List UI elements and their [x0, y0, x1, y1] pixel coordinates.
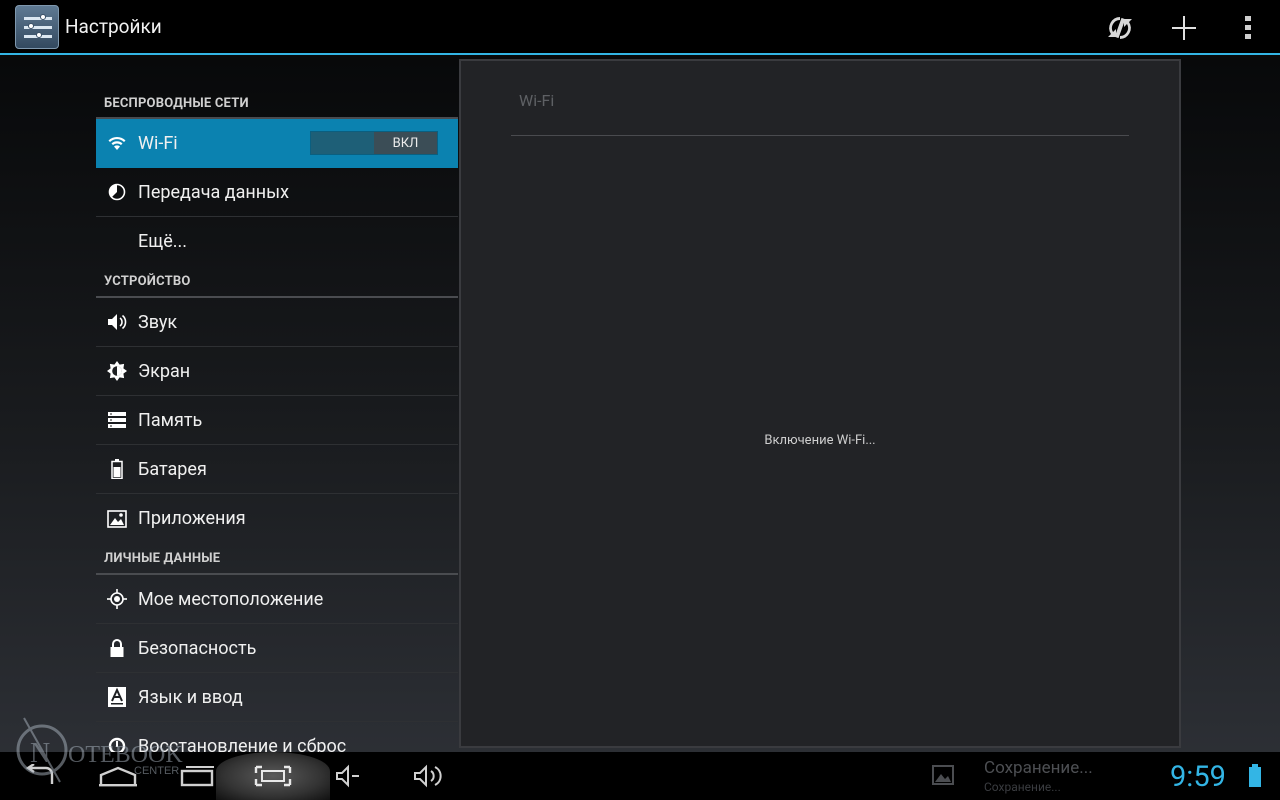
- settings-item-location[interactable]: Мое местоположение: [96, 575, 458, 624]
- notification-title[interactable]: Сохранение...: [984, 758, 1093, 778]
- add-icon: [1172, 15, 1196, 40]
- storage-icon: [96, 396, 138, 445]
- detail-divider: [511, 135, 1129, 136]
- settings-item-battery[interactable]: Батарея: [96, 445, 458, 494]
- settings-item-security[interactable]: Безопасность: [96, 624, 458, 673]
- settings-item-label: Батарея: [138, 458, 207, 480]
- screenshot-icon: [254, 765, 292, 787]
- sync-icon: [1108, 16, 1132, 39]
- settings-item-label: Передача данных: [138, 181, 290, 203]
- sound-icon: [96, 298, 138, 347]
- section-header-personal: ЛИЧНЫЕ ДАННЫЕ: [96, 543, 458, 575]
- settings-item-language[interactable]: Язык и ввод: [96, 673, 458, 722]
- apps-icon: [96, 494, 138, 543]
- detail-title: Wi-Fi: [519, 91, 555, 110]
- sync-button[interactable]: [1088, 0, 1152, 55]
- add-button[interactable]: [1152, 0, 1216, 55]
- settings-item-label: Ещё...: [138, 231, 188, 252]
- overflow-menu-icon: [1245, 15, 1251, 39]
- settings-item-storage[interactable]: Память: [96, 396, 458, 445]
- settings-item-more[interactable]: Ещё...: [96, 217, 458, 266]
- notification-subtitle: Сохранение...: [984, 780, 1061, 794]
- volume-down-icon: [336, 764, 359, 788]
- section-header-wireless: БЕСПРОВОДНЫЕ СЕТИ: [96, 88, 458, 119]
- settings-list: БЕСПРОВОДНЫЕ СЕТИ Wi-Fi ВКЛ Передача дан…: [96, 88, 458, 752]
- settings-item-display[interactable]: Экран: [96, 347, 458, 396]
- settings-item-data-usage[interactable]: Передача данных: [96, 168, 458, 217]
- settings-item-label: Безопасность: [138, 637, 257, 659]
- clock[interactable]: 9:59: [1170, 760, 1226, 794]
- action-bar-actions: [1088, 0, 1280, 55]
- wifi-toggle-on-label: ВКЛ: [374, 132, 437, 154]
- settings-item-label: Экран: [138, 360, 191, 382]
- svg-text:N: N: [30, 738, 50, 769]
- settings-item-label: Память: [138, 409, 203, 431]
- svg-text:CENTER: CENTER: [134, 765, 179, 777]
- wifi-toggle[interactable]: ВКЛ: [310, 131, 438, 155]
- wifi-status-text: Включение Wi-Fi...: [764, 433, 876, 448]
- action-bar: Настройки: [0, 0, 1280, 55]
- settings-item-label: Звук: [138, 311, 178, 333]
- page-title: Настройки: [65, 15, 162, 38]
- battery-status-icon[interactable]: [1248, 764, 1262, 788]
- settings-item-sound[interactable]: Звук: [96, 298, 458, 347]
- settings-item-label: Wi-Fi: [138, 132, 178, 154]
- volume-up-button[interactable]: [410, 752, 448, 800]
- notebook-center-watermark-logo: N OTEBOOK CENTER: [16, 717, 183, 783]
- language-icon: [96, 673, 138, 722]
- section-header-device: УСТРОЙСТВО: [96, 266, 458, 298]
- wifi-detail-pane: Wi-Fi Включение Wi-Fi...: [459, 59, 1181, 748]
- settings-item-label: Приложения: [138, 508, 246, 529]
- settings-item-label: Мое местоположение: [138, 588, 324, 610]
- settings-app-icon[interactable]: [15, 4, 59, 49]
- location-icon: [96, 575, 138, 624]
- screenshot-button[interactable]: [216, 752, 330, 800]
- settings-item-apps[interactable]: Приложения: [96, 494, 458, 543]
- battery-icon: [96, 445, 138, 494]
- image-notification-icon[interactable]: [932, 764, 954, 786]
- volume-up-icon: [414, 764, 442, 788]
- lock-icon: [96, 624, 138, 673]
- wifi-icon: [96, 119, 138, 168]
- display-icon: [96, 347, 138, 396]
- settings-item-label: Язык и ввод: [138, 686, 243, 708]
- volume-down-button[interactable]: [332, 752, 364, 800]
- data-usage-icon: [96, 168, 138, 217]
- overflow-menu-button[interactable]: [1216, 0, 1280, 55]
- settings-item-wifi[interactable]: Wi-Fi ВКЛ: [96, 119, 458, 168]
